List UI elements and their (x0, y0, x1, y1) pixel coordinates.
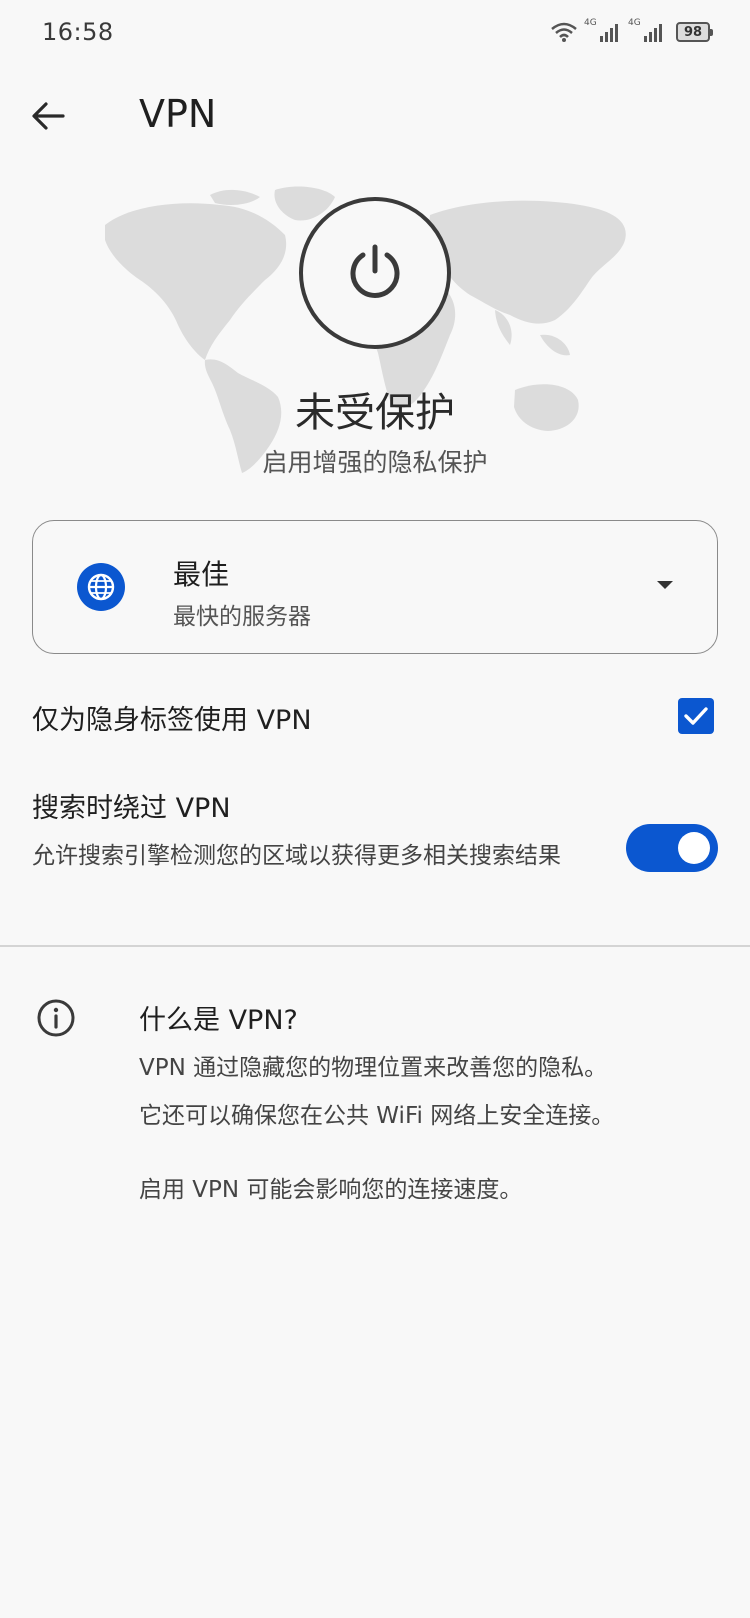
page-title: VPN (139, 92, 217, 136)
vpn-info-section: 什么是 VPN? VPN 通过隐藏您的物理位置来改善您的隐私。 它还可以确保您在… (0, 990, 750, 1210)
vpn-status-hero: 未受保护 启用增强的隐私保护 (0, 185, 750, 485)
vpn-status-title: 未受保护 (295, 390, 455, 436)
signal-icon-2: 4G (628, 18, 662, 42)
incognito-only-checkbox[interactable] (678, 698, 714, 734)
dropdown-arrow-icon (657, 581, 673, 589)
checkmark-icon (684, 707, 708, 725)
network-type-2: 4G (628, 18, 641, 28)
info-text-line-1: VPN 通过隐藏您的物理位置来改善您的隐私。 (139, 1055, 608, 1081)
status-icons: 4G 4G 98 (550, 18, 713, 43)
toggle-knob (678, 832, 710, 864)
server-selector[interactable]: 最佳 最快的服务器 (32, 520, 718, 654)
arrow-back-icon (32, 102, 65, 130)
power-button[interactable] (299, 197, 451, 349)
divider (0, 945, 750, 947)
bypass-search-label: 搜索时绕过 VPN (32, 793, 231, 824)
bypass-search-row[interactable]: 搜索时绕过 VPN 允许搜索引擎检测您的区域以获得更多相关搜索结果 (0, 780, 750, 910)
info-icon (37, 999, 75, 1037)
incognito-only-label: 仅为隐身标签使用 VPN (32, 705, 312, 736)
wifi-icon (551, 22, 577, 42)
vpn-status-subtitle: 启用增强的隐私保护 (262, 448, 488, 477)
network-type-1: 4G (584, 18, 597, 28)
battery-icon: 98 (676, 22, 713, 42)
incognito-only-row[interactable]: 仅为隐身标签使用 VPN (0, 690, 750, 742)
info-title: 什么是 VPN? (139, 1005, 298, 1036)
bypass-search-description: 允许搜索引擎检测您的区域以获得更多相关搜索结果 (32, 843, 561, 869)
info-text-line-3: 启用 VPN 可能会影响您的连接速度。 (139, 1177, 523, 1203)
back-button[interactable] (26, 94, 70, 138)
status-bar: 16:58 4G 4G 98 (0, 0, 750, 64)
power-icon (350, 244, 400, 298)
info-text-line-2: 它还可以确保您在公共 WiFi 网络上安全连接。 (139, 1103, 615, 1129)
app-bar: VPN (0, 80, 750, 156)
bypass-search-toggle[interactable] (626, 824, 718, 872)
server-description: 最快的服务器 (173, 604, 311, 630)
status-time: 16:58 (42, 18, 114, 46)
globe-icon (77, 563, 125, 611)
signal-icon: 4G (584, 18, 618, 42)
server-name: 最佳 (173, 558, 230, 591)
